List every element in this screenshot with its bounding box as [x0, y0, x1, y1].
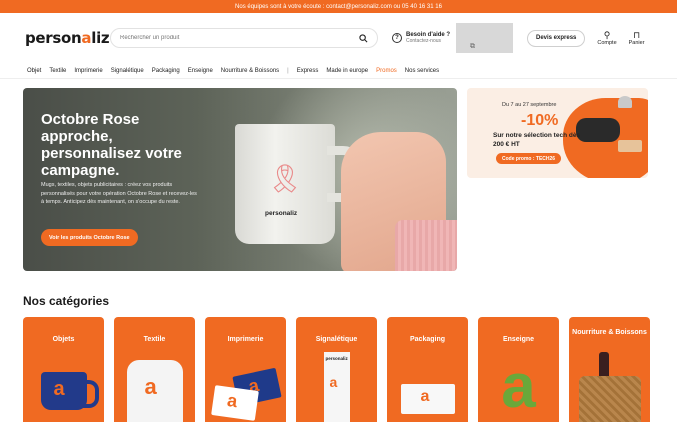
account-label: Compte — [597, 40, 617, 46]
nav-item-made-in-europe[interactable]: Made in europe — [326, 68, 368, 74]
category-label: Signalétique — [315, 336, 358, 343]
category-card-signaletique[interactable]: Signalétique personaliz a — [296, 317, 377, 422]
category-label: Imprimerie — [227, 336, 264, 343]
search-bar — [110, 28, 378, 48]
brand-a-mark: a — [329, 374, 338, 390]
octobre-rose-cta-button[interactable]: Voir les produits Octobre Rose — [41, 229, 138, 246]
promo-code-badge: Code promo : TECH26 — [496, 153, 562, 164]
header-promo-placeholder: ⧉ — [456, 23, 513, 53]
nav-item-imprimerie[interactable]: Imprimerie — [74, 68, 102, 74]
logo-accent: a — [81, 29, 92, 47]
hero-title: Octobre Rose approche, personnalisez vot… — [41, 111, 182, 179]
account-button[interactable]: ⚲ Compte — [597, 30, 616, 46]
tshirt-image: a — [126, 360, 183, 422]
nav-item-express[interactable]: Express — [297, 68, 319, 74]
question-icon: ? — [392, 33, 402, 43]
nav-item-enseigne[interactable]: Enseigne — [188, 68, 213, 74]
rollup-logo: personaliz — [325, 356, 348, 361]
nav-item-objet[interactable]: Objet — [27, 68, 41, 74]
promo-text: Sur notre sélection tech dès 200 € HT — [493, 132, 581, 148]
category-card-enseigne[interactable]: Enseigne a — [478, 317, 559, 422]
bag-icon: ⊓ — [633, 30, 641, 40]
brand-a-mark: a — [225, 390, 239, 412]
category-card-packaging[interactable]: Packaging a — [387, 317, 468, 422]
sleeve-image — [395, 220, 457, 271]
brand-a-mark: a — [144, 374, 157, 399]
main-nav: Objet Textile Imprimerie Signalétique Pa… — [0, 63, 677, 79]
nav-item-services[interactable]: Nos services — [405, 68, 439, 74]
gift-basket-image — [578, 376, 641, 422]
pink-ribbon-icon: 🎗 — [267, 163, 303, 194]
nav-item-textile[interactable]: Textile — [49, 68, 66, 74]
help-block[interactable]: ? Besoin d'aide ? Contactez-nous — [392, 32, 462, 44]
announcement-bar: Nos équipes sont à votre écoute : contac… — [0, 0, 677, 13]
hero-mug-image: 🎗 personaliz — [235, 124, 335, 244]
category-label: Objets — [52, 336, 75, 343]
category-label: Textile — [143, 336, 166, 343]
user-icon: ⚲ — [603, 30, 611, 40]
nav-item-signaletique[interactable]: Signalétique — [111, 68, 144, 74]
category-card-textile[interactable]: Textile a — [114, 317, 195, 422]
cart-button[interactable]: ⊓ Panier — [629, 30, 645, 46]
help-subtitle: Contactez-nous — [406, 38, 442, 44]
image-placeholder-icon: ⧉ — [470, 43, 475, 50]
devis-express-button[interactable]: Devis express — [527, 29, 586, 47]
nav-item-nourriture[interactable]: Nourriture & Boissons — [221, 68, 279, 74]
category-card-objets[interactable]: Objets a — [23, 317, 104, 422]
header: personaliz ? Besoin d'aide ? Contactez-n… — [0, 13, 677, 63]
announcement-text: Nos équipes sont à votre écoute : contac… — [235, 3, 442, 10]
categories-grid: Objets a Textile a Imprimerie a a Signal… — [23, 317, 650, 422]
categories-title: Nos catégories — [23, 294, 110, 308]
nav-item-packaging[interactable]: Packaging — [152, 68, 180, 74]
mug-image: a — [40, 372, 99, 410]
category-card-nourriture[interactable]: Nourriture & Boissons — [569, 317, 650, 422]
nav-item-promos[interactable]: Promos — [376, 68, 397, 74]
promo-percent: -10% — [521, 112, 559, 129]
category-label: Packaging — [409, 336, 445, 343]
nav-separator: | — [287, 67, 289, 74]
box-image: a — [400, 384, 455, 414]
mug-logo: personaliz — [265, 210, 298, 217]
promo-dates: Du 7 au 27 septembre — [502, 102, 557, 108]
brand-a-mark: a — [420, 388, 430, 405]
rollup-banner-image: personaliz a — [323, 352, 350, 422]
site-logo[interactable]: personaliz — [25, 29, 110, 47]
side-promo-banner[interactable]: Du 7 au 27 septembre -10% Sur notre séle… — [467, 88, 648, 178]
cart-label: Panier — [628, 40, 645, 46]
category-label: Nourriture & Boissons — [572, 329, 647, 336]
search-input[interactable] — [120, 35, 340, 41]
hero-banner[interactable]: 🎗 personaliz Octobre Rose approche, pers… — [23, 88, 457, 271]
moss-logo-image: a — [501, 352, 536, 421]
gift-box-image — [618, 140, 642, 152]
brand-a-mark: a — [53, 378, 65, 400]
category-card-imprimerie[interactable]: Imprimerie a a — [205, 317, 286, 422]
lamp-image — [618, 96, 632, 108]
business-card-image: a — [211, 385, 259, 421]
logo-text-end: liz — [91, 29, 110, 47]
search-icon[interactable] — [359, 33, 368, 43]
hero-description: Mugs, textiles, objets publicitaires : c… — [41, 182, 197, 205]
category-label: Enseigne — [502, 336, 535, 343]
logo-text: person — [25, 29, 82, 47]
